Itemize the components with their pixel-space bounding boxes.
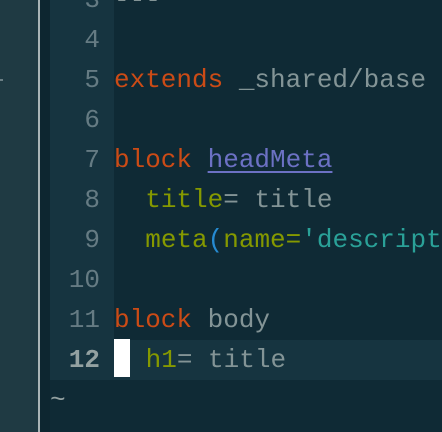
line-number: 12	[68, 345, 100, 375]
line-number: 3	[84, 0, 100, 15]
empty-line-marker: ~	[50, 385, 66, 415]
block-reference-link[interactable]: headMeta	[208, 145, 333, 175]
line-number: 9	[84, 225, 100, 255]
sign-column	[40, 0, 50, 432]
code-line: 8 title= title	[50, 180, 442, 220]
code-line: 10	[50, 260, 442, 300]
code-line: 4	[50, 20, 442, 60]
code-line: 7 block headMeta	[50, 140, 442, 180]
code-line: 9 meta(name='descript	[50, 220, 442, 260]
line-number: 5	[84, 65, 100, 95]
line-number: 10	[68, 265, 100, 295]
line-number: 6	[84, 105, 100, 135]
code-editor[interactable]: 3 --- 4 5 extends _shared/base 6 7 block he…	[50, 0, 442, 420]
line-number: 11	[68, 305, 100, 335]
line-number: 4	[84, 25, 100, 55]
code-line: 5 extends _shared/base	[50, 60, 442, 100]
code-line: 3 ---	[50, 0, 442, 20]
code-line: 11 block body	[50, 300, 442, 340]
code-line: 6	[50, 100, 442, 140]
file-explorer-pane	[0, 0, 38, 432]
line-number: 8	[84, 185, 100, 215]
current-line: 12 h1= title	[50, 339, 442, 380]
text-cursor	[114, 339, 130, 378]
collapse-marker	[0, 79, 3, 81]
line-number: 7	[84, 145, 100, 175]
